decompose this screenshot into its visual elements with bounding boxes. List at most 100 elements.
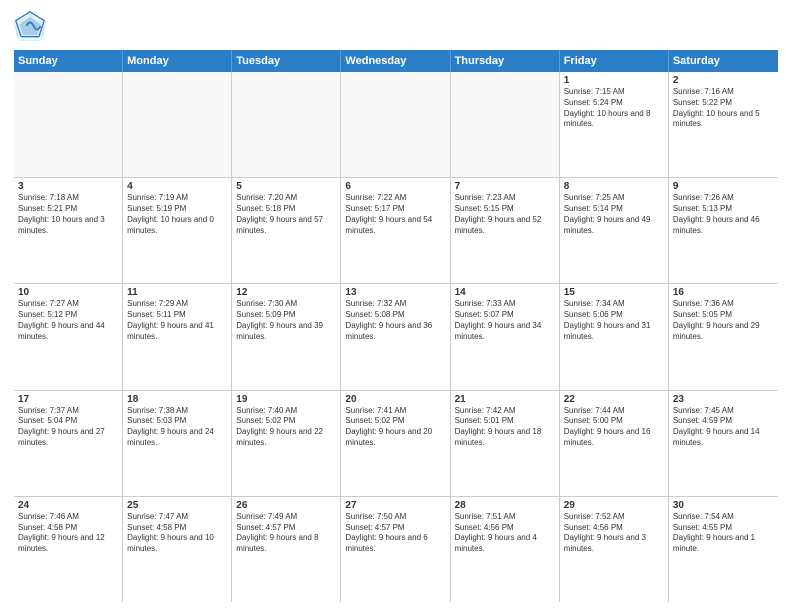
calendar-cell bbox=[232, 72, 341, 177]
day-number: 8 bbox=[564, 181, 664, 192]
weekday-header: Sunday bbox=[14, 50, 123, 72]
day-number: 12 bbox=[236, 287, 336, 298]
day-number: 22 bbox=[564, 394, 664, 405]
page: SundayMondayTuesdayWednesdayThursdayFrid… bbox=[0, 0, 792, 612]
day-number: 7 bbox=[455, 181, 555, 192]
weekday-header: Thursday bbox=[451, 50, 560, 72]
cell-info: Sunrise: 7:34 AM Sunset: 5:06 PM Dayligh… bbox=[564, 299, 664, 342]
day-number: 20 bbox=[345, 394, 445, 405]
calendar-cell bbox=[14, 72, 123, 177]
weekday-header: Wednesday bbox=[341, 50, 450, 72]
calendar-cell: 7Sunrise: 7:23 AM Sunset: 5:15 PM Daylig… bbox=[451, 178, 560, 283]
cell-info: Sunrise: 7:52 AM Sunset: 4:56 PM Dayligh… bbox=[564, 512, 664, 555]
cell-info: Sunrise: 7:26 AM Sunset: 5:13 PM Dayligh… bbox=[673, 193, 774, 236]
cell-info: Sunrise: 7:47 AM Sunset: 4:58 PM Dayligh… bbox=[127, 512, 227, 555]
calendar-cell: 21Sunrise: 7:42 AM Sunset: 5:01 PM Dayli… bbox=[451, 391, 560, 496]
weekday-header: Tuesday bbox=[232, 50, 341, 72]
calendar-row: 3Sunrise: 7:18 AM Sunset: 5:21 PM Daylig… bbox=[14, 178, 778, 284]
day-number: 27 bbox=[345, 500, 445, 511]
cell-info: Sunrise: 7:30 AM Sunset: 5:09 PM Dayligh… bbox=[236, 299, 336, 342]
cell-info: Sunrise: 7:45 AM Sunset: 4:59 PM Dayligh… bbox=[673, 406, 774, 449]
calendar-cell: 8Sunrise: 7:25 AM Sunset: 5:14 PM Daylig… bbox=[560, 178, 669, 283]
day-number: 28 bbox=[455, 500, 555, 511]
day-number: 30 bbox=[673, 500, 774, 511]
calendar-cell: 4Sunrise: 7:19 AM Sunset: 5:19 PM Daylig… bbox=[123, 178, 232, 283]
calendar-cell: 12Sunrise: 7:30 AM Sunset: 5:09 PM Dayli… bbox=[232, 284, 341, 389]
calendar-cell bbox=[123, 72, 232, 177]
day-number: 3 bbox=[18, 181, 118, 192]
logo bbox=[14, 10, 50, 42]
cell-info: Sunrise: 7:23 AM Sunset: 5:15 PM Dayligh… bbox=[455, 193, 555, 236]
day-number: 10 bbox=[18, 287, 118, 298]
logo-icon bbox=[14, 10, 46, 42]
cell-info: Sunrise: 7:29 AM Sunset: 5:11 PM Dayligh… bbox=[127, 299, 227, 342]
calendar-cell: 9Sunrise: 7:26 AM Sunset: 5:13 PM Daylig… bbox=[669, 178, 778, 283]
cell-info: Sunrise: 7:15 AM Sunset: 5:24 PM Dayligh… bbox=[564, 87, 664, 130]
calendar-row: 10Sunrise: 7:27 AM Sunset: 5:12 PM Dayli… bbox=[14, 284, 778, 390]
calendar: SundayMondayTuesdayWednesdayThursdayFrid… bbox=[14, 50, 778, 602]
calendar-cell: 26Sunrise: 7:49 AM Sunset: 4:57 PM Dayli… bbox=[232, 497, 341, 602]
day-number: 18 bbox=[127, 394, 227, 405]
calendar-cell: 20Sunrise: 7:41 AM Sunset: 5:02 PM Dayli… bbox=[341, 391, 450, 496]
day-number: 25 bbox=[127, 500, 227, 511]
cell-info: Sunrise: 7:41 AM Sunset: 5:02 PM Dayligh… bbox=[345, 406, 445, 449]
day-number: 19 bbox=[236, 394, 336, 405]
calendar-header: SundayMondayTuesdayWednesdayThursdayFrid… bbox=[14, 50, 778, 72]
calendar-cell: 1Sunrise: 7:15 AM Sunset: 5:24 PM Daylig… bbox=[560, 72, 669, 177]
calendar-cell: 22Sunrise: 7:44 AM Sunset: 5:00 PM Dayli… bbox=[560, 391, 669, 496]
calendar-row: 24Sunrise: 7:46 AM Sunset: 4:58 PM Dayli… bbox=[14, 497, 778, 602]
cell-info: Sunrise: 7:54 AM Sunset: 4:55 PM Dayligh… bbox=[673, 512, 774, 555]
calendar-cell: 18Sunrise: 7:38 AM Sunset: 5:03 PM Dayli… bbox=[123, 391, 232, 496]
day-number: 26 bbox=[236, 500, 336, 511]
cell-info: Sunrise: 7:22 AM Sunset: 5:17 PM Dayligh… bbox=[345, 193, 445, 236]
day-number: 21 bbox=[455, 394, 555, 405]
day-number: 6 bbox=[345, 181, 445, 192]
calendar-cell: 15Sunrise: 7:34 AM Sunset: 5:06 PM Dayli… bbox=[560, 284, 669, 389]
weekday-header: Saturday bbox=[669, 50, 778, 72]
calendar-cell: 27Sunrise: 7:50 AM Sunset: 4:57 PM Dayli… bbox=[341, 497, 450, 602]
cell-info: Sunrise: 7:32 AM Sunset: 5:08 PM Dayligh… bbox=[345, 299, 445, 342]
cell-info: Sunrise: 7:50 AM Sunset: 4:57 PM Dayligh… bbox=[345, 512, 445, 555]
calendar-body: 1Sunrise: 7:15 AM Sunset: 5:24 PM Daylig… bbox=[14, 72, 778, 602]
day-number: 16 bbox=[673, 287, 774, 298]
cell-info: Sunrise: 7:19 AM Sunset: 5:19 PM Dayligh… bbox=[127, 193, 227, 236]
cell-info: Sunrise: 7:38 AM Sunset: 5:03 PM Dayligh… bbox=[127, 406, 227, 449]
cell-info: Sunrise: 7:25 AM Sunset: 5:14 PM Dayligh… bbox=[564, 193, 664, 236]
cell-info: Sunrise: 7:37 AM Sunset: 5:04 PM Dayligh… bbox=[18, 406, 118, 449]
weekday-header: Friday bbox=[560, 50, 669, 72]
cell-info: Sunrise: 7:49 AM Sunset: 4:57 PM Dayligh… bbox=[236, 512, 336, 555]
day-number: 17 bbox=[18, 394, 118, 405]
day-number: 11 bbox=[127, 287, 227, 298]
cell-info: Sunrise: 7:36 AM Sunset: 5:05 PM Dayligh… bbox=[673, 299, 774, 342]
day-number: 5 bbox=[236, 181, 336, 192]
calendar-row: 1Sunrise: 7:15 AM Sunset: 5:24 PM Daylig… bbox=[14, 72, 778, 178]
calendar-cell: 16Sunrise: 7:36 AM Sunset: 5:05 PM Dayli… bbox=[669, 284, 778, 389]
day-number: 15 bbox=[564, 287, 664, 298]
cell-info: Sunrise: 7:46 AM Sunset: 4:58 PM Dayligh… bbox=[18, 512, 118, 555]
cell-info: Sunrise: 7:44 AM Sunset: 5:00 PM Dayligh… bbox=[564, 406, 664, 449]
calendar-cell: 29Sunrise: 7:52 AM Sunset: 4:56 PM Dayli… bbox=[560, 497, 669, 602]
day-number: 4 bbox=[127, 181, 227, 192]
day-number: 13 bbox=[345, 287, 445, 298]
calendar-cell: 6Sunrise: 7:22 AM Sunset: 5:17 PM Daylig… bbox=[341, 178, 450, 283]
day-number: 14 bbox=[455, 287, 555, 298]
calendar-cell: 28Sunrise: 7:51 AM Sunset: 4:56 PM Dayli… bbox=[451, 497, 560, 602]
weekday-header: Monday bbox=[123, 50, 232, 72]
cell-info: Sunrise: 7:27 AM Sunset: 5:12 PM Dayligh… bbox=[18, 299, 118, 342]
cell-info: Sunrise: 7:16 AM Sunset: 5:22 PM Dayligh… bbox=[673, 87, 774, 130]
day-number: 29 bbox=[564, 500, 664, 511]
cell-info: Sunrise: 7:42 AM Sunset: 5:01 PM Dayligh… bbox=[455, 406, 555, 449]
cell-info: Sunrise: 7:18 AM Sunset: 5:21 PM Dayligh… bbox=[18, 193, 118, 236]
day-number: 24 bbox=[18, 500, 118, 511]
calendar-row: 17Sunrise: 7:37 AM Sunset: 5:04 PM Dayli… bbox=[14, 391, 778, 497]
calendar-cell bbox=[341, 72, 450, 177]
calendar-cell: 3Sunrise: 7:18 AM Sunset: 5:21 PM Daylig… bbox=[14, 178, 123, 283]
calendar-cell: 23Sunrise: 7:45 AM Sunset: 4:59 PM Dayli… bbox=[669, 391, 778, 496]
cell-info: Sunrise: 7:20 AM Sunset: 5:18 PM Dayligh… bbox=[236, 193, 336, 236]
calendar-cell: 17Sunrise: 7:37 AM Sunset: 5:04 PM Dayli… bbox=[14, 391, 123, 496]
day-number: 2 bbox=[673, 75, 774, 86]
calendar-cell: 30Sunrise: 7:54 AM Sunset: 4:55 PM Dayli… bbox=[669, 497, 778, 602]
day-number: 9 bbox=[673, 181, 774, 192]
day-number: 23 bbox=[673, 394, 774, 405]
header bbox=[14, 10, 778, 42]
